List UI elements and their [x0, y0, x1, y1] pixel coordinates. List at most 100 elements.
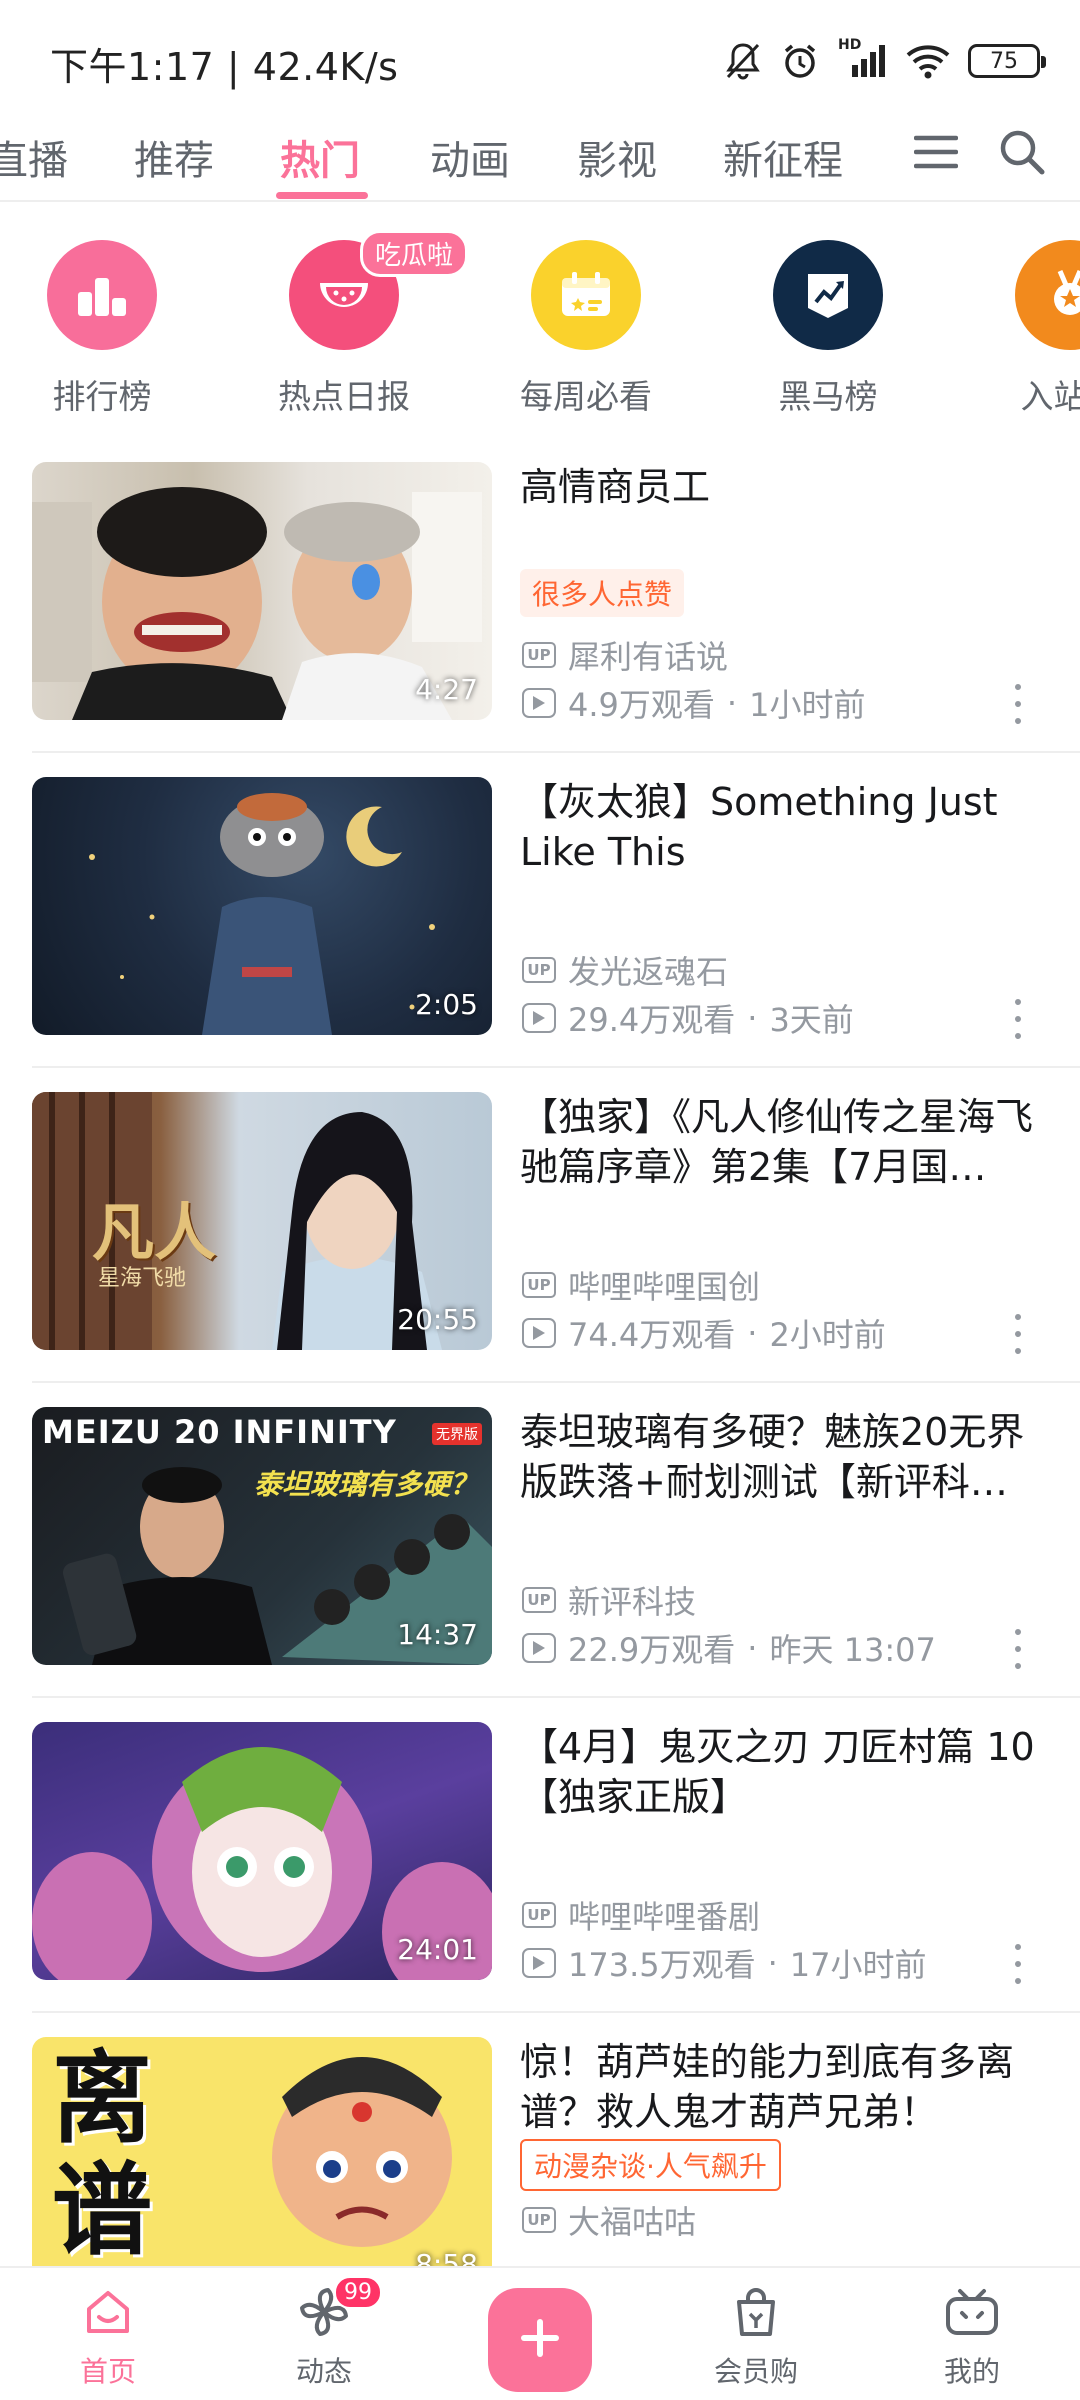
more-options-icon[interactable] [1008, 1314, 1028, 1354]
video-title[interactable]: 惊！葫芦娃的能力到底有多离谱？救人鬼才葫芦兄弟！ [520, 2037, 1040, 2137]
nav-member-shop[interactable]: 会员购 [686, 2282, 826, 2390]
video-title[interactable]: 【独家】《凡人修仙传之星海飞驰篇序章》第2集【7月国… [520, 1092, 1040, 1192]
quick-entry-weekly[interactable]: 每周必看 [486, 240, 686, 418]
video-card[interactable]: MEIZU 20 INFINITY 无界版 泰坦玻璃有多硬？ 14:37 泰坦玻… [0, 1407, 1080, 1698]
video-stats: 173.5万观看 · 17小时前 [522, 1940, 927, 1986]
thumbnail-caption: 泰坦玻璃有多硬？ [254, 1468, 479, 1501]
video-title[interactable]: 【灰太狼】Something Just Like This [520, 777, 1040, 877]
medal-icon [1015, 240, 1080, 350]
uploader-name: 哔哩哔哩番剧 [568, 1898, 761, 1936]
search-icon[interactable] [992, 122, 1052, 182]
divider [32, 751, 1080, 753]
more-options-icon[interactable] [1008, 684, 1028, 724]
video-title[interactable]: 泰坦玻璃有多硬？魅族20无界版跌落+耐划测试【新评科… [520, 1407, 1040, 1507]
publish-time: 3天前 [769, 1001, 854, 1039]
meta-separator: · [767, 1944, 778, 1982]
top-tab-bar: 直播 推荐 热门 动画 影视 新征程 [0, 120, 1080, 202]
tab-movies[interactable]: 影视 [577, 128, 657, 186]
nav-label: 我的 [943, 2355, 1000, 2388]
hd-label: HD [838, 37, 862, 53]
status-bar: 下午1:17 | 42.4K/s HD 75 [0, 0, 1080, 120]
notification-badge: 99 [334, 2276, 382, 2309]
quick-entry-must-see[interactable]: 入站必 [970, 240, 1080, 418]
video-uploader[interactable]: UP 新评科技 [522, 1577, 696, 1623]
nav-home[interactable]: 首页 [38, 2282, 178, 2390]
nav-label: 首页 [79, 2355, 136, 2388]
video-stats: 4.9万观看 · 1小时前 [522, 680, 865, 726]
more-options-icon[interactable] [1008, 1944, 1028, 1984]
video-thumbnail[interactable]: MEIZU 20 INFINITY 无界版 泰坦玻璃有多硬？ 14:37 [32, 1407, 492, 1665]
view-count: 29.4万观看 [568, 1001, 736, 1039]
play-count-icon [522, 1318, 556, 1348]
thumbnail-subtitle-art: 星海飞驰 [98, 1266, 187, 1291]
hot-tag: 吃瓜啦 [360, 230, 469, 277]
video-duration: 4:27 [415, 673, 478, 706]
view-count: 173.5万观看 [568, 1946, 756, 1984]
divider [32, 1066, 1080, 1068]
play-count-icon [522, 688, 556, 718]
thumbnail-title-art: 离谱 [52, 2040, 152, 2269]
video-uploader[interactable]: UP 发光返魂石 [522, 947, 728, 993]
video-duration: 20:55 [397, 1303, 478, 1336]
nav-mine[interactable]: 我的 [902, 2282, 1042, 2390]
video-thumbnail[interactable]: 凡人 星海飞驰 20:55 [32, 1092, 492, 1350]
quick-entry-ranking[interactable]: 排行榜 [2, 240, 202, 418]
video-duration: 14:37 [397, 1618, 478, 1651]
video-stats: 29.4万观看 · 3天前 [522, 995, 854, 1041]
quick-entry-label: 黑马榜 [778, 377, 878, 416]
tab-new-journey[interactable]: 新征程 [723, 128, 843, 186]
quick-entry-hot-daily[interactable]: 热点日报 吃瓜啦 [244, 230, 469, 418]
alarm-icon [780, 41, 820, 81]
calendar-icon [531, 240, 641, 350]
uploader-name: 发光返魂石 [568, 953, 729, 991]
uploader-name: 哔哩哔哩国创 [568, 1268, 761, 1306]
video-badge: 很多人点赞 [520, 569, 685, 617]
wifi-icon [906, 43, 950, 79]
tab-hot[interactable]: 热门 [280, 128, 360, 186]
video-uploader[interactable]: UP 大福咕咕 [522, 2197, 696, 2243]
play-count-icon [522, 1003, 556, 1033]
video-title[interactable]: 高情商员工 [520, 462, 1040, 512]
tab-recommend[interactable]: 推荐 [134, 128, 214, 186]
tab-live[interactable]: 直播 [0, 128, 68, 186]
menu-icon[interactable] [906, 122, 966, 182]
video-uploader[interactable]: UP 哔哩哔哩国创 [522, 1262, 760, 1308]
video-card[interactable]: 2:05 【灰太狼】Something Just Like This UP 发光… [0, 777, 1080, 1068]
up-icon: UP [522, 957, 556, 983]
quick-entry-row: 排行榜 热点日报 吃瓜啦 每周必看 黑马榜 入站必 [0, 230, 1080, 432]
publish-time: 2小时前 [769, 1316, 886, 1354]
more-options-icon[interactable] [1008, 999, 1028, 1039]
nav-label: 会员购 [713, 2355, 798, 2388]
video-card[interactable]: 24:01 【4月】鬼灭之刃 刀匠村篇 10【独家正版】 UP 哔哩哔哩番剧 1… [0, 1722, 1080, 2013]
home-icon [38, 2282, 178, 2342]
video-card[interactable]: 凡人 星海飞驰 20:55 【独家】《凡人修仙传之星海飞驰篇序章》第2集【7月国… [0, 1092, 1080, 1383]
meta-separator: · [726, 684, 738, 722]
nav-dynamic[interactable]: 动态 99 [254, 2276, 394, 2390]
view-count: 4.9万观看 [568, 686, 715, 724]
trend-icon [773, 240, 883, 350]
up-icon: UP [522, 1902, 556, 1928]
tv-icon [902, 2282, 1042, 2342]
video-title[interactable]: 【4月】鬼灭之刃 刀匠村篇 10【独家正版】 [520, 1722, 1040, 1822]
more-options-icon[interactable] [1008, 1629, 1028, 1669]
video-thumbnail[interactable]: 24:01 [32, 1722, 492, 1980]
video-stats: 22.9万观看 · 昨天 13:07 [522, 1625, 936, 1671]
video-uploader[interactable]: UP 犀利有话说 [522, 632, 728, 678]
video-thumbnail[interactable]: 4:27 [32, 462, 492, 720]
publish-button[interactable] [488, 2288, 592, 2392]
up-icon: UP [522, 642, 556, 668]
video-thumbnail[interactable]: 离谱 8:58 [32, 2037, 492, 2295]
uploader-name: 犀利有话说 [568, 638, 729, 676]
video-card[interactable]: 4:27 高情商员工 很多人点赞 UP 犀利有话说 4.9万观看 · 1小时前 [0, 462, 1080, 753]
thumbnail-tag: 无界版 [432, 1423, 482, 1445]
tab-animation[interactable]: 动画 [430, 128, 510, 186]
active-tab-indicator [276, 192, 368, 199]
signal-icon: HD [838, 37, 888, 79]
video-duration: 24:01 [397, 1933, 478, 1966]
video-uploader[interactable]: UP 哔哩哔哩番剧 [522, 1892, 760, 1938]
quick-entry-dark-horse[interactable]: 黑马榜 [728, 240, 928, 418]
video-duration: 2:05 [415, 988, 478, 1021]
uploader-name: 大福咕咕 [568, 2203, 697, 2241]
publish-time: 17小时前 [789, 1946, 927, 1984]
video-thumbnail[interactable]: 2:05 [32, 777, 492, 1035]
